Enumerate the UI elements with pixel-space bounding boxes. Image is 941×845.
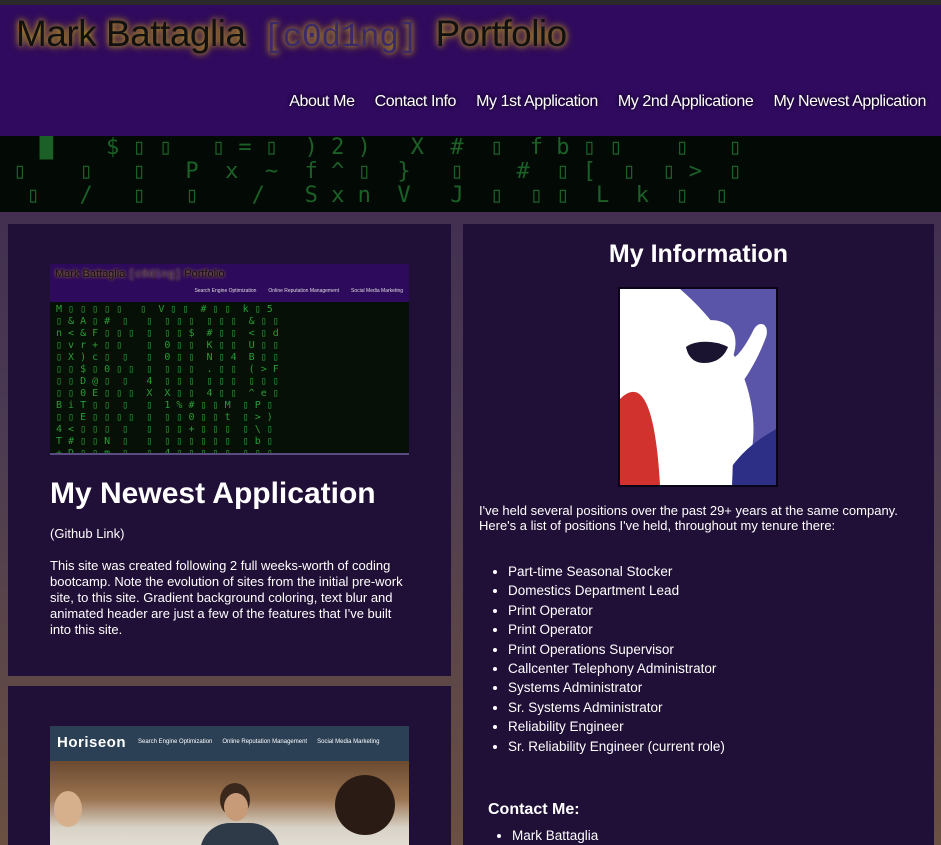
list-item: Callcenter Telephony Administrator	[508, 659, 725, 678]
contact-heading: Contact Me:	[488, 801, 580, 818]
thumb-header: Mark Battaglia [c0d1ng] Portfolio Search…	[50, 264, 409, 302]
contact-name: Mark Battaglia	[512, 827, 598, 845]
thumb-code-rain: M ▯ ▯ ▯ ▯ ▯ ▯ V ▯ ▯ # ▯ ▯ k ▯ 5 ▯ & A ▯ …	[56, 304, 279, 455]
horiseon-logo: Horiseon	[57, 734, 127, 751]
nav-newest-application[interactable]: My Newest Application	[773, 93, 926, 111]
site-title-suffix: Portfolio	[435, 13, 568, 54]
code-rain-glyphs: █ $ ▯ ▯ ▯ = ▯ ) 2 ) X # ▯ f b ▯ ▯ ▯ ▯ ▯ …	[13, 136, 742, 208]
list-item: Domestics Department Lead	[508, 581, 725, 600]
racer-avatar-image	[620, 289, 776, 485]
list-item: Sr. Systems Administrator	[508, 698, 725, 717]
site-header: Mark Battaglia [c0d1ng] Portfolio About …	[0, 5, 941, 136]
site-title-name: Mark Battaglia	[16, 13, 246, 54]
avatar	[618, 287, 778, 487]
list-item: Print Operator	[508, 601, 725, 620]
thumb-title-code: [c0d1ng]	[128, 269, 182, 281]
nav-about-me[interactable]: About Me	[289, 93, 355, 111]
site-title-code: [c0d1ng]	[263, 19, 418, 56]
list-item: Systems Administrator	[508, 678, 725, 697]
github-link[interactable]: (Github Link)	[50, 526, 124, 541]
person-head	[335, 775, 395, 835]
list-item: Part-time Seasonal Stocker	[508, 562, 725, 581]
newest-application-screenshot[interactable]: Mark Battaglia [c0d1ng] Portfolio Search…	[50, 264, 409, 455]
thumb-title: Mark Battaglia [c0d1ng] Portfolio	[55, 268, 225, 281]
site-title: Mark Battaglia [c0d1ng] Portfolio	[16, 13, 567, 56]
positions-list: Part-time Seasonal Stocker Domestics Dep…	[508, 562, 725, 756]
nav-contact-info[interactable]: Contact Info	[375, 93, 457, 111]
second-application-screenshot[interactable]: Horiseon Search Engine Optimization Onli…	[50, 726, 409, 845]
my-information-heading: My Information	[608, 240, 789, 268]
person-head	[54, 791, 82, 827]
horiseon-nav-item: Search Engine Optimization	[138, 739, 213, 745]
thumb-nav: Search Engine Optimization Online Reputa…	[194, 288, 403, 294]
nav-first-application[interactable]: My 1st Application	[476, 93, 598, 111]
office-photo	[50, 761, 409, 845]
thumb-title-name: Mark Battaglia	[55, 268, 126, 280]
positions-intro: I've held several positions over the pas…	[479, 503, 898, 533]
my-information-card: My Information I've held several positio…	[463, 224, 934, 845]
newest-application-heading: My Newest Application	[50, 477, 376, 510]
person-face	[224, 793, 248, 821]
list-item: Print Operations Supervisor	[508, 640, 725, 659]
list-item: Reliability Engineer	[508, 717, 725, 736]
list-item: Print Operator	[508, 620, 725, 639]
horiseon-header: Horiseon Search Engine Optimization Onli…	[50, 726, 409, 761]
nav-second-application[interactable]: My 2nd Applicatione	[618, 93, 754, 111]
newest-application-card: Mark Battaglia [c0d1ng] Portfolio Search…	[8, 224, 451, 676]
horiseon-nav: Search Engine Optimization Online Reputa…	[138, 739, 379, 745]
second-application-card: Horiseon Search Engine Optimization Onli…	[8, 686, 451, 845]
thumb-title-suffix: Portfolio	[184, 268, 225, 280]
list-item: Sr. Reliability Engineer (current role)	[508, 737, 725, 756]
newest-application-description: This site was created following 2 full w…	[50, 558, 403, 637]
horiseon-nav-item: Online Reputation Management	[222, 739, 308, 745]
thumb-nav-item: Search Engine Optimization	[194, 288, 257, 294]
thumb-nav-item: Online Reputation Management	[268, 288, 340, 294]
code-rain-banner: █ $ ▯ ▯ ▯ = ▯ ) 2 ) X # ▯ f b ▯ ▯ ▯ ▯ ▯ …	[0, 136, 941, 212]
person-shirt	[200, 823, 280, 845]
horiseon-nav-item: Social Media Marketing	[317, 739, 380, 745]
contact-list: Mark Battaglia	[512, 827, 598, 845]
thumb-divider	[50, 453, 409, 455]
main-nav: About Me Contact Info My 1st Application…	[289, 93, 926, 111]
thumb-nav-item: Social Media Marketing	[351, 288, 403, 294]
